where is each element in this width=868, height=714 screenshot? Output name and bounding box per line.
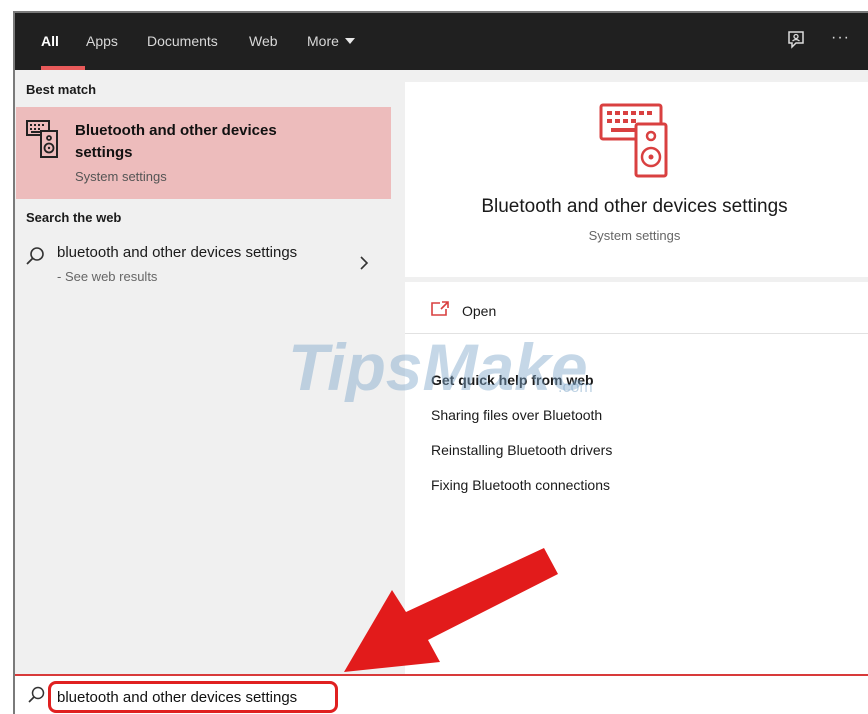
tab-web[interactable]: Web — [249, 33, 278, 49]
search-icon — [28, 686, 45, 703]
open-label: Open — [462, 303, 497, 319]
caret-down-icon — [344, 38, 355, 44]
preview-card: Bluetooth and other devices settings Sys… — [405, 82, 868, 277]
devices-icon — [599, 103, 668, 178]
search-icon — [26, 247, 44, 265]
actions-card: Open Get quick help from web Sharing fil… — [405, 282, 868, 674]
best-match-header: Best match — [26, 82, 97, 97]
web-result-sub: - See web results — [57, 269, 158, 284]
tab-more-label: More — [307, 33, 339, 49]
results-panel: Best match Bluetooth and other devices s… — [15, 70, 396, 674]
quick-help-title: Get quick help from web — [431, 372, 594, 388]
preview-panel: Bluetooth and other devices settings Sys… — [396, 70, 868, 674]
chevron-right-icon[interactable] — [358, 256, 370, 270]
more-options-icon[interactable]: ··· — [831, 29, 850, 47]
search-web-header: Search the web — [26, 210, 122, 225]
help-link-sharing[interactable]: Sharing files over Bluetooth — [431, 407, 602, 423]
tab-apps[interactable]: Apps — [86, 33, 118, 49]
tab-documents[interactable]: Documents — [147, 33, 218, 49]
best-match-item[interactable]: Bluetooth and other devices settings Sys… — [16, 107, 391, 199]
preview-subtitle: System settings — [588, 228, 681, 243]
devices-icon — [26, 120, 58, 158]
search-bar — [15, 674, 868, 714]
help-link-connections[interactable]: Fixing Bluetooth connections — [431, 477, 610, 493]
help-link-drivers[interactable]: Reinstalling Bluetooth drivers — [431, 442, 612, 458]
tab-all[interactable]: All — [41, 33, 59, 49]
search-input[interactable] — [48, 681, 338, 713]
feedback-icon[interactable] — [785, 29, 807, 51]
web-result-query: bluetooth and other devices settings — [57, 244, 298, 261]
open-icon — [431, 301, 449, 316]
open-action[interactable]: Open — [405, 292, 868, 334]
web-result-item[interactable]: bluetooth and other devices settings - S… — [16, 234, 391, 292]
preview-title: Bluetooth and other devices settings — [481, 196, 788, 217]
best-match-subtitle: System settings — [75, 169, 167, 184]
search-window: All Apps Documents Web More ··· Best mat… — [0, 0, 868, 714]
best-match-title: Bluetooth and other devices settings — [75, 122, 277, 161]
top-bar: All Apps Documents Web More ··· — [15, 13, 868, 70]
tab-more[interactable]: More — [307, 33, 355, 49]
